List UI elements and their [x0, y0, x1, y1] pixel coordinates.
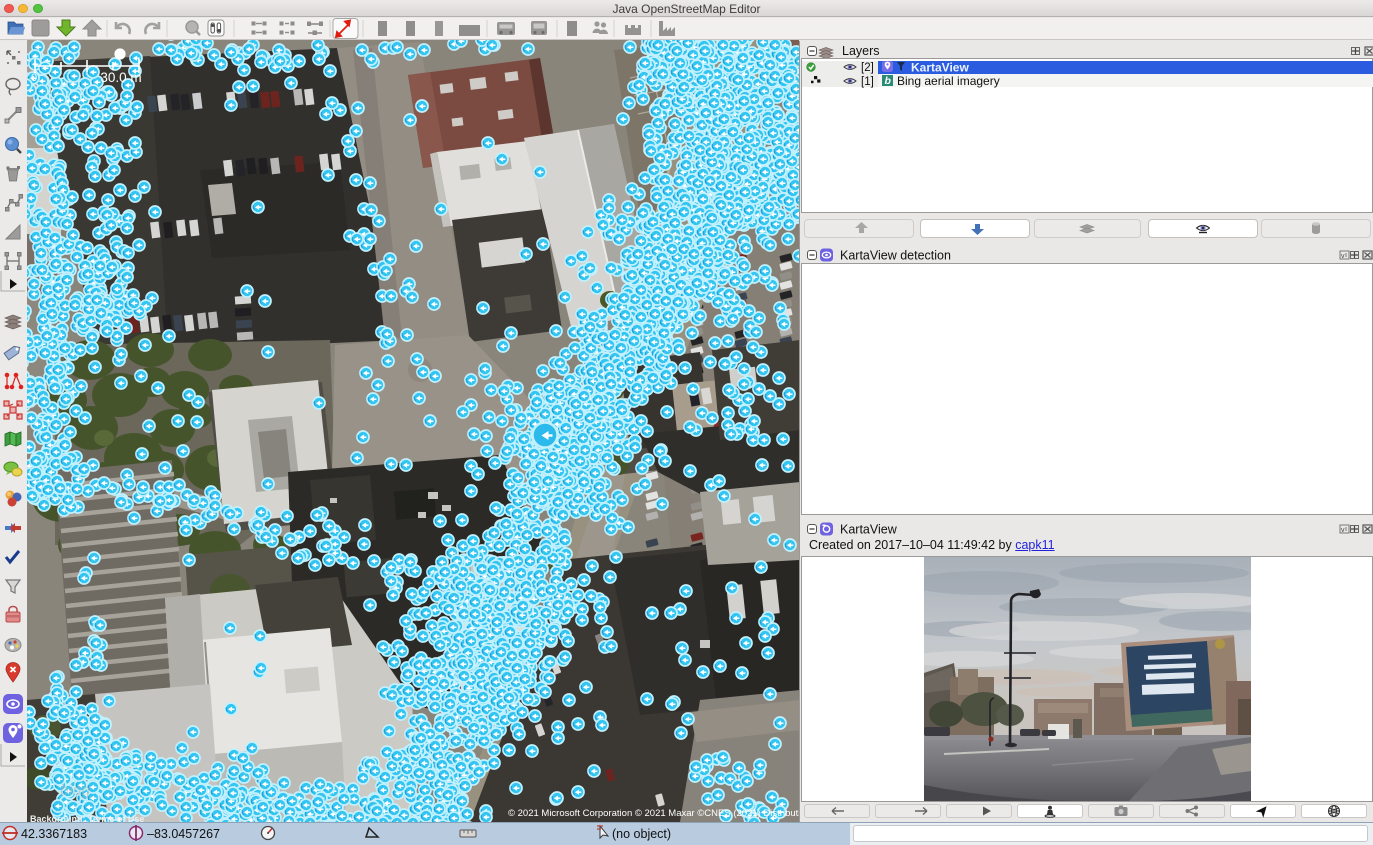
- svg-text:30.0 m: 30.0 m: [100, 70, 141, 85]
- svg-text:b: b: [885, 75, 892, 87]
- svg-text:Layers: Layers: [842, 44, 880, 58]
- svg-text:KartaView: KartaView: [840, 523, 898, 537]
- svg-text:Background: Terms of Use: Background: Terms of Use: [30, 814, 144, 822]
- svg-text:[2]: [2]: [861, 62, 874, 74]
- svg-text:© 2021 Microsoft Corporation ©: © 2021 Microsoft Corporation © 2021 Maxa…: [508, 808, 799, 819]
- svg-text:bing: bing: [60, 782, 90, 799]
- svg-text:v: v: [1341, 527, 1345, 534]
- svg-text:KartaView: KartaView: [911, 61, 969, 75]
- svg-text:Bing aerial imagery: Bing aerial imagery: [897, 74, 1000, 88]
- svg-text:v: v: [1341, 253, 1345, 260]
- svg-text:0: 0: [31, 72, 37, 84]
- svg-text:[1]: [1]: [861, 76, 874, 88]
- svg-text:KartaView detection: KartaView detection: [840, 249, 951, 263]
